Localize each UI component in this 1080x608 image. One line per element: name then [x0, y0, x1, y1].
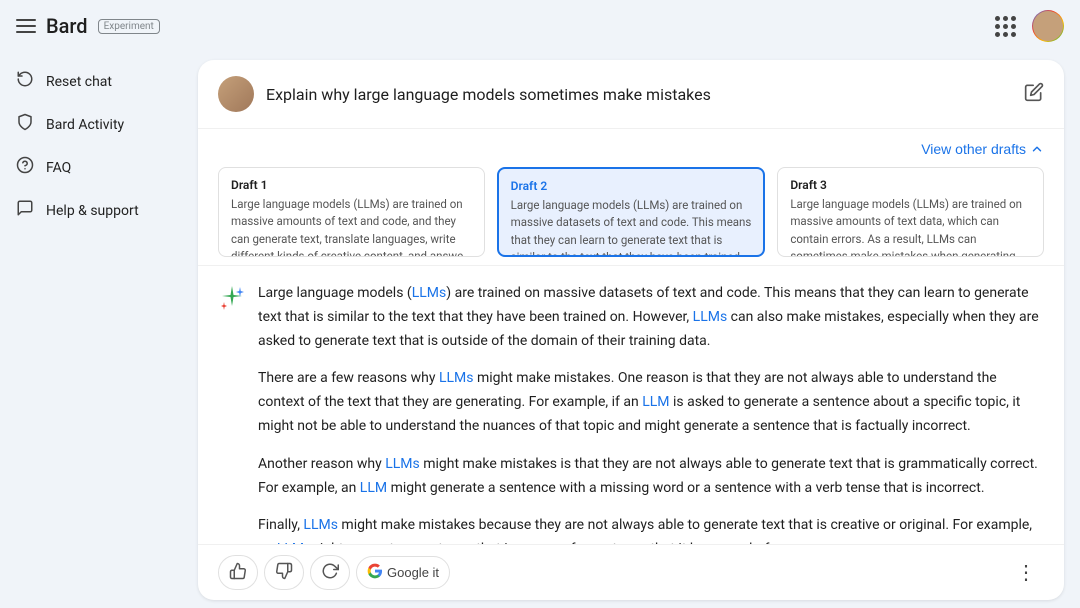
draft-1-title: Draft 1: [231, 178, 472, 192]
thumbs-down-button[interactable]: [264, 555, 304, 590]
question-row: Explain why large language models someti…: [198, 60, 1064, 129]
draft-card-3[interactable]: Draft 3 Large language models (LLMs) are…: [777, 167, 1044, 257]
answer-text-block: Large language models (LLMs) are trained…: [258, 282, 1044, 528]
draft-3-text: Large language models (LLMs) are trained…: [790, 196, 1031, 257]
sidebar: Reset chat Bard Activity FAQ Help & supp…: [0, 52, 190, 608]
view-drafts-label: View other drafts: [921, 141, 1026, 157]
draft-3-title: Draft 3: [790, 178, 1031, 192]
google-logo-icon: [367, 563, 383, 582]
edit-icon[interactable]: [1024, 82, 1044, 107]
apps-grid-icon[interactable]: [995, 16, 1016, 37]
draft-card-1[interactable]: Draft 1 Large language models (LLMs) are…: [218, 167, 485, 257]
main-layout: Reset chat Bard Activity FAQ Help & supp…: [0, 52, 1080, 608]
view-drafts-row: View other drafts: [218, 141, 1044, 157]
answer-paragraph-2: There are a few reasons why LLMs might m…: [258, 367, 1044, 438]
answer-paragraph-4: Finally, LLMs might make mistakes becaus…: [258, 514, 1044, 544]
more-options-button[interactable]: ⋮: [1008, 556, 1044, 589]
refresh-button[interactable]: [310, 555, 350, 590]
sidebar-item-help-support[interactable]: Help & support: [0, 189, 178, 232]
sidebar-item-bard-activity[interactable]: Bard Activity: [0, 103, 178, 146]
user-avatar-small: [218, 76, 254, 112]
question-text: Explain why large language models someti…: [266, 85, 1012, 104]
more-options-icon: ⋮: [1016, 562, 1036, 584]
reset-chat-icon: [16, 70, 34, 93]
bard-sparkle-icon: [218, 284, 246, 528]
draft-2-text: Large language models (LLMs) are trained…: [511, 197, 752, 257]
user-avatar[interactable]: [1032, 10, 1064, 42]
refresh-icon: [321, 562, 339, 583]
draft-card-2[interactable]: Draft 2 Large language models (LLMs) are…: [497, 167, 766, 257]
content-area: Explain why large language models someti…: [190, 52, 1080, 608]
sidebar-item-reset-chat[interactable]: Reset chat: [0, 60, 178, 103]
help-support-icon: [16, 199, 34, 222]
faq-icon: [16, 156, 34, 179]
header: Bard Experiment: [0, 0, 1080, 52]
header-right: [995, 10, 1064, 42]
reset-chat-label: Reset chat: [46, 74, 112, 90]
drafts-cards: Draft 1 Large language models (LLMs) are…: [218, 167, 1044, 257]
chat-container: Explain why large language models someti…: [198, 60, 1064, 600]
thumbs-up-button[interactable]: [218, 555, 258, 590]
google-it-label: Google it: [387, 565, 439, 580]
sidebar-item-faq[interactable]: FAQ: [0, 146, 178, 189]
bottom-toolbar: Google it ⋮: [198, 544, 1064, 600]
app-title: Bard: [46, 14, 88, 38]
draft-1-text: Large language models (LLMs) are trained…: [231, 196, 472, 257]
menu-icon[interactable]: [16, 19, 36, 33]
answer-paragraph-1: Large language models (LLMs) are trained…: [258, 282, 1044, 353]
bard-activity-icon: [16, 113, 34, 136]
experiment-badge: Experiment: [98, 19, 160, 34]
google-it-button[interactable]: Google it: [356, 556, 450, 589]
faq-label: FAQ: [46, 160, 71, 176]
help-support-label: Help & support: [46, 203, 139, 219]
draft-2-title: Draft 2: [511, 179, 752, 193]
answer-paragraph-3: Another reason why LLMs might make mista…: [258, 453, 1044, 501]
thumbs-down-icon: [275, 562, 293, 583]
drafts-section: View other drafts Draft 1 Large language…: [198, 129, 1064, 266]
header-left: Bard Experiment: [16, 14, 160, 38]
thumbs-up-icon: [229, 562, 247, 583]
answer-section: Large language models (LLMs) are trained…: [198, 266, 1064, 544]
grid-dots: [995, 16, 1016, 37]
view-other-drafts-button[interactable]: View other drafts: [921, 141, 1044, 157]
bard-activity-label: Bard Activity: [46, 117, 124, 133]
